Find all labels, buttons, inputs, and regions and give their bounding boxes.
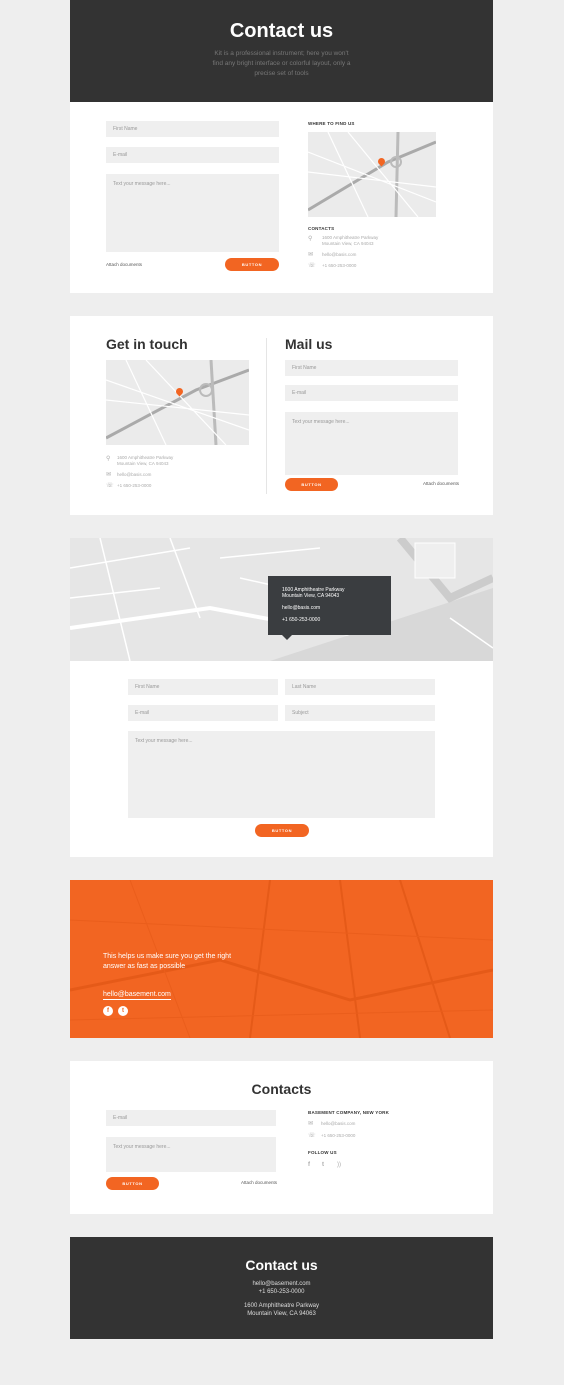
first-name-input[interactable]: First Name — [106, 121, 279, 137]
location-pin-icon: ⚲ — [308, 236, 313, 242]
map[interactable] — [106, 360, 249, 445]
location-pin-icon: ⚲ — [106, 456, 111, 462]
footer-email[interactable]: hello@basement.com — [70, 1281, 493, 1287]
address-text: 1600 Amphitheatre Parkway Mountain View,… — [322, 235, 379, 246]
footer-address-line1: 1600 Amphitheatre Parkway — [243, 1303, 320, 1309]
first-name-input[interactable]: First Name — [285, 360, 458, 376]
twitter-icon[interactable]: t — [322, 1162, 324, 1168]
get-in-touch-title: Get in touch — [106, 336, 188, 352]
submit-button[interactable]: BUTTON — [285, 478, 338, 491]
rss-icon[interactable]: )) — [337, 1162, 341, 1168]
cta-email-link[interactable]: hello@basement.com — [103, 991, 171, 1000]
message-textarea[interactable]: Text your message here... — [285, 412, 458, 475]
submit-button[interactable]: BUTTON — [106, 1177, 159, 1190]
contacts-section: Contacts E-mail Text your message here..… — [70, 1061, 493, 1214]
popup-email[interactable]: hello@basis.com — [282, 605, 377, 611]
attach-documents-link[interactable]: Attach documents — [241, 1180, 277, 1185]
address-text: 1600 Amphitheatre Parkway Mountain View,… — [117, 455, 174, 466]
map[interactable] — [308, 132, 436, 217]
footer-address-line2: Mountain View, CA 94063 — [247, 1311, 316, 1317]
email-text[interactable]: hello@basis.com — [117, 472, 151, 478]
where-to-find-us-label: WHERE TO FIND US — [308, 121, 355, 126]
contacts-title: Contacts — [251, 1081, 312, 1097]
popup-address: 1600 Amphitheatre Parkway Mountain View,… — [282, 587, 345, 599]
mail-icon: ✉ — [308, 252, 314, 258]
cta-text: This helps us make sure you get the righ… — [103, 953, 232, 970]
email-text[interactable]: hello@basis.com — [322, 252, 356, 258]
email-input[interactable]: E-mail — [106, 1110, 276, 1126]
last-name-input[interactable]: Last Name — [285, 679, 435, 695]
phone-icon: ☏ — [308, 263, 316, 269]
mail-icon: ✉ — [106, 472, 112, 478]
popup-pointer — [282, 635, 292, 640]
mail-us-title: Mail us — [285, 336, 333, 352]
footer-title: Contact us — [245, 1257, 318, 1273]
twitter-icon[interactable]: t — [118, 1006, 128, 1016]
footer-section: Contact us hello@basement.com +1 650-253… — [70, 1237, 493, 1339]
phone-icon: ☏ — [106, 483, 114, 489]
contacts-label: CONTACTS — [308, 226, 335, 231]
mail-icon: ✉ — [308, 1121, 314, 1127]
message-textarea[interactable]: Text your message here... — [128, 731, 435, 818]
first-name-input[interactable]: First Name — [128, 679, 278, 695]
get-in-touch-section: Get in touch ⚲ 1600 Amphitheatre Parkway… — [70, 316, 493, 515]
hero-title: Contact us — [229, 20, 334, 42]
attach-documents-link[interactable]: Attach documents — [423, 481, 459, 486]
address-popup: 1600 Amphitheatre Parkway Mountain View,… — [268, 576, 391, 640]
popup-phone: +1 650-253-0000 — [282, 617, 321, 623]
email-input[interactable]: E-mail — [128, 705, 278, 721]
phone-text: +1 650-253-0000 — [321, 1133, 356, 1138]
map-graphic — [308, 132, 436, 217]
footer-phone: +1 650-253-0000 — [258, 1289, 305, 1295]
email-input[interactable]: E-mail — [106, 147, 279, 163]
subject-input[interactable]: Subject — [285, 705, 435, 721]
hero-section: Contact us Kit is a professional instrum… — [70, 0, 493, 102]
phone-text: +1 650-253-0000 — [117, 483, 152, 488]
message-textarea[interactable]: Text your message here... — [106, 1137, 276, 1172]
facebook-icon[interactable]: f — [308, 1162, 310, 1168]
hero-subtitle: Kit is a professional instrument; here y… — [212, 50, 351, 77]
facebook-icon[interactable]: f — [103, 1006, 113, 1016]
map-form-section: 1600 Amphitheatre Parkway Mountain View,… — [70, 538, 493, 857]
column-divider — [266, 338, 267, 494]
contact-form-section-1: First Name E-mail Text your message here… — [70, 102, 493, 293]
submit-button[interactable]: BUTTON — [255, 824, 309, 837]
email-input[interactable]: E-mail — [285, 385, 458, 401]
phone-icon: ☏ — [308, 1133, 316, 1139]
company-label: BASEMENT COMPANY, NEW YORK — [308, 1110, 390, 1115]
email-text[interactable]: hello@basis.com — [321, 1121, 355, 1127]
follow-us-label: FOLLOW US — [308, 1150, 337, 1155]
orange-cta-section: This helps us make sure you get the righ… — [70, 880, 493, 1038]
attach-documents-link[interactable]: Attach documents — [106, 262, 142, 267]
map-graphic — [106, 360, 249, 445]
phone-text: +1 650-253-0000 — [322, 263, 357, 268]
submit-button[interactable]: BUTTON — [225, 258, 279, 271]
message-textarea[interactable]: Text your message here... — [106, 174, 279, 252]
